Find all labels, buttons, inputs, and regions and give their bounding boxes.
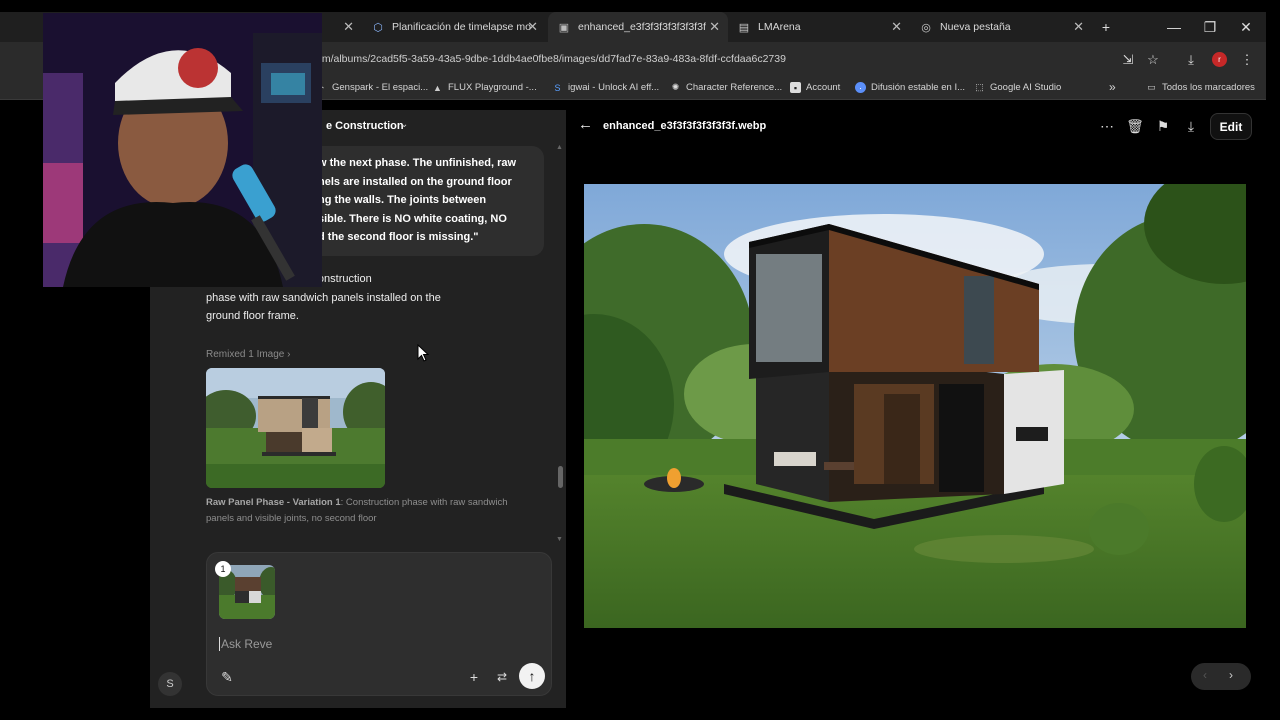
settings-sliders-icon[interactable]: ⇄ bbox=[492, 667, 512, 687]
tab-favicon-icon: ⬡ bbox=[373, 21, 383, 34]
browser-tab[interactable]: ⬡ Planificación de timelapse mo ✕ bbox=[362, 12, 546, 42]
mouse-cursor-icon bbox=[417, 344, 429, 362]
webcam-overlay bbox=[43, 13, 322, 287]
generated-image-thumbnail[interactable] bbox=[206, 368, 385, 488]
tab-title: LMArena bbox=[758, 21, 801, 33]
bookmark-item[interactable]: · Difusión estable en I... bbox=[855, 82, 965, 93]
tab-title: enhanced_e3f3f3f3f3f3f3f3f.wel bbox=[578, 21, 706, 33]
browser-tab[interactable]: ▤ LMArena ✕ bbox=[728, 12, 910, 42]
tab-title: Planificación de timelapse mo bbox=[392, 21, 531, 33]
more-horizontal-icon[interactable]: ⋯ bbox=[1097, 116, 1117, 136]
window-close-icon[interactable]: ✕ bbox=[1228, 12, 1264, 42]
bookmark-item[interactable]: ⬚ Google AI Studio bbox=[974, 82, 1061, 93]
account-icon: ▪ bbox=[790, 82, 801, 93]
browser-tab-active[interactable]: ▣ enhanced_e3f3f3f3f3f3f3f3f.wel ✕ bbox=[548, 12, 728, 42]
kebab-menu-icon[interactable]: ⋮ bbox=[1237, 50, 1257, 70]
flux-icon: ▲ bbox=[433, 82, 442, 93]
all-bookmarks[interactable]: ▭ Todos los marcadores bbox=[1146, 82, 1255, 93]
user-avatar[interactable]: S bbox=[158, 672, 182, 696]
chevron-left-icon[interactable]: ‹ bbox=[1203, 668, 1207, 682]
edit-pencil-icon[interactable]: ✎ bbox=[217, 667, 237, 687]
bookmark-icon[interactable]: ⚑ bbox=[1153, 116, 1173, 136]
remixed-link[interactable]: Remixed 1 Image › bbox=[206, 349, 291, 360]
attachment-count-badge: 1 bbox=[215, 561, 231, 577]
download-icon[interactable]: ⤓ bbox=[1181, 116, 1201, 136]
browser-tab[interactable]: ◎ Nueva pestaña ✕ bbox=[910, 12, 1092, 42]
tab-close-icon[interactable]: ✕ bbox=[891, 19, 902, 35]
bookmarks-overflow-icon[interactable]: » bbox=[1109, 80, 1116, 94]
openai-icon: ✺ bbox=[671, 82, 680, 92]
prompt-input[interactable]: Ask Reve bbox=[219, 637, 272, 651]
house-thumbnail-image bbox=[206, 368, 385, 488]
tab-favicon-icon: ▣ bbox=[558, 21, 570, 34]
tab-favicon-icon: ▤ bbox=[738, 21, 750, 34]
image-viewer-header: ← enhanced_e3f3f3f3f3f3f3f.webp ⋯ 🗑 ⚑ ⤓ … bbox=[566, 110, 1266, 142]
send-button[interactable]: ↑ bbox=[519, 663, 545, 689]
downloads-icon[interactable]: ⤓ bbox=[1181, 50, 1201, 70]
chevron-right-icon[interactable]: › bbox=[1229, 668, 1233, 682]
bookmark-item[interactable]: ✺ Character Reference... bbox=[670, 82, 782, 93]
new-tab-plus-icon[interactable]: + bbox=[1088, 12, 1124, 42]
user-message-text: w the next phase. The unfinished, raw ne… bbox=[318, 157, 517, 243]
bookmark-item[interactable]: Sigwai - Unlock AI eff... bbox=[552, 82, 659, 93]
minimize-icon[interactable]: — bbox=[1156, 12, 1192, 42]
chevron-down-icon[interactable]: ⌄ bbox=[400, 119, 408, 130]
tab-close-icon[interactable]: ✕ bbox=[527, 19, 538, 35]
image-nav-buttons: ‹ › bbox=[1191, 663, 1251, 690]
bookmark-item[interactable]: ▪ Account bbox=[790, 82, 840, 93]
image-filename: enhanced_e3f3f3f3f3f3f3f.webp bbox=[603, 120, 767, 132]
main-image[interactable] bbox=[584, 184, 1246, 628]
plus-icon[interactable]: + bbox=[464, 667, 484, 687]
profile-avatar[interactable]: r bbox=[1212, 52, 1227, 67]
chat-composer: 1 Ask Reve ✎ + ⇄ ↑ bbox=[206, 552, 552, 696]
install-app-icon[interactable]: ⇲ bbox=[1118, 50, 1138, 70]
scroll-up-arrow-icon[interactable]: ▲ bbox=[556, 144, 563, 151]
tab-title: Nueva pestaña bbox=[940, 21, 1011, 33]
trash-icon[interactable]: 🗑 bbox=[1125, 116, 1145, 136]
tab-close-icon[interactable]: ✕ bbox=[343, 19, 354, 35]
arrow-left-icon[interactable]: ← bbox=[578, 116, 593, 133]
scroll-down-arrow-icon[interactable]: ▼ bbox=[556, 536, 563, 543]
container-house-render bbox=[584, 184, 1246, 628]
igwai-icon: S bbox=[554, 82, 561, 93]
ai-studio-icon: ⬚ bbox=[975, 82, 984, 92]
project-title[interactable]: e Construction bbox=[326, 120, 404, 132]
bookmark-item[interactable]: ▲ FLUX Playground -... bbox=[432, 82, 537, 93]
star-icon[interactable]: ☆ bbox=[1143, 50, 1163, 70]
tab-close-icon[interactable]: ✕ bbox=[1073, 19, 1084, 35]
bookmark-item[interactable]: ⌁Genspark - El espaci... bbox=[316, 82, 428, 93]
stable-diffusion-icon: · bbox=[855, 82, 866, 93]
webcam-video bbox=[43, 13, 322, 287]
edit-button[interactable]: Edit bbox=[1210, 113, 1252, 140]
browser-tab[interactable]: ✕ bbox=[322, 12, 362, 42]
chevron-right-icon: › bbox=[287, 349, 291, 360]
folder-icon: ▭ bbox=[1147, 82, 1156, 92]
image-caption: Raw Panel Phase - Variation 1: Construct… bbox=[206, 497, 508, 524]
url-field[interactable]: om/albums/2cad5f5-3a59-43a5-9dbe-1ddb4ae… bbox=[316, 53, 786, 65]
scrollbar-thumb[interactable] bbox=[558, 466, 563, 488]
tab-close-icon[interactable]: ✕ bbox=[709, 19, 720, 35]
restore-icon[interactable]: ❐ bbox=[1192, 12, 1228, 42]
chrome-icon: ◎ bbox=[921, 21, 931, 34]
